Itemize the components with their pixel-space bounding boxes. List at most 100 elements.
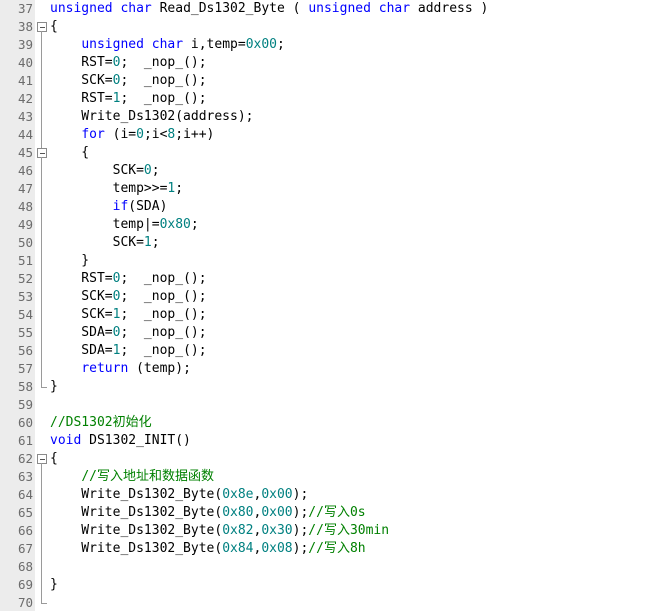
fold-guide — [37, 90, 47, 108]
line-number: 39 — [17, 37, 33, 52]
code-line[interactable]: 62 { — [0, 450, 662, 468]
code-line[interactable]: 57 return (temp); — [0, 360, 662, 378]
code-line[interactable]: 41 SCK=0; _nop_(); — [0, 72, 662, 90]
code-token: RST= — [50, 91, 113, 106]
line-number: 56 — [17, 343, 33, 358]
number-token: 0x8e — [222, 487, 254, 502]
code-line[interactable]: 54 SCK=1; _nop_(); — [0, 306, 662, 324]
line-number: 38 — [17, 19, 33, 34]
number-token: 0x00 — [245, 37, 278, 52]
code-token: ; — [151, 163, 160, 178]
code-text: Write_Ds1302_Byte(0x84,0x08);//写入8h — [50, 540, 365, 558]
code-token: (SDA) — [128, 199, 168, 214]
code-text: RST=0; _nop_(); — [50, 270, 206, 288]
number-token: 0x30 — [261, 523, 293, 538]
code-line[interactable]: 43 Write_Ds1302(address); — [0, 108, 662, 126]
fold-guide — [37, 270, 47, 288]
fold-guide — [37, 540, 47, 558]
code-line[interactable]: 44 for (i=0;i<8;i++) — [0, 126, 662, 144]
code-token: ;i< — [143, 127, 168, 142]
code-text: { — [50, 144, 89, 162]
fold-empty — [37, 396, 47, 414]
keyword-token: if — [112, 199, 129, 214]
fold-collapse-icon[interactable] — [37, 450, 47, 468]
fold-guide — [37, 198, 47, 216]
number-token: 0x00 — [261, 505, 293, 520]
fold-collapse-icon[interactable] — [37, 144, 47, 162]
code-token: SDA= — [50, 343, 113, 358]
number-token: 0 — [143, 163, 152, 178]
code-token: ); — [292, 487, 309, 502]
fold-guide — [37, 576, 47, 594]
number-token: 0x82 — [222, 523, 254, 538]
code-text: void DS1302_INIT() — [50, 432, 191, 450]
code-token: } — [50, 379, 58, 394]
code-line[interactable]: 47 temp>>=1; — [0, 180, 662, 198]
code-token: ); — [292, 523, 309, 538]
code-text: } — [50, 252, 89, 270]
number-token: 0 — [136, 127, 144, 142]
code-text: { — [50, 18, 58, 36]
code-line[interactable]: 40 RST=0; _nop_(); — [0, 54, 662, 72]
fold-guide — [37, 306, 47, 324]
code-line[interactable]: 63 //写入地址和数据函数 — [0, 468, 662, 486]
code-line[interactable]: 61 void DS1302_INIT() — [0, 432, 662, 450]
keyword-token: char — [378, 1, 411, 16]
fold-collapse-icon[interactable] — [37, 18, 47, 36]
fold-guide — [37, 216, 47, 234]
code-line[interactable]: 37 unsigned char Read_Ds1302_Byte ( unsig… — [0, 0, 662, 18]
code-line[interactable]: 56 SDA=1; _nop_(); — [0, 342, 662, 360]
code-line[interactable]: 49 temp|=0x80; — [0, 216, 662, 234]
code-line[interactable]: 42 RST=1; _nop_(); — [0, 90, 662, 108]
comment-token: //写入0s — [308, 505, 366, 520]
line-number: 67 — [17, 541, 33, 556]
code-line[interactable]: 45 { — [0, 144, 662, 162]
code-line[interactable]: 66 Write_Ds1302_Byte(0x82,0x30);//写入30mi… — [0, 522, 662, 540]
code-line[interactable]: 58} — [0, 378, 662, 396]
code-token: ; — [190, 217, 199, 232]
code-line[interactable]: 53 SCK=0; _nop_(); — [0, 288, 662, 306]
code-token: SCK= — [50, 73, 113, 88]
code-text: Write_Ds1302(address); — [50, 108, 253, 126]
code-token: temp|= — [50, 217, 160, 232]
number-token: 0x84 — [222, 541, 254, 556]
code-line[interactable]: 46 SCK=0; — [0, 162, 662, 180]
line-number: 51 — [17, 253, 33, 268]
line-number: 64 — [17, 487, 33, 502]
code-line[interactable]: 69} — [0, 576, 662, 594]
line-number: 54 — [17, 307, 33, 322]
code-line[interactable]: 67 Write_Ds1302_Byte(0x84,0x08);//写入8h — [0, 540, 662, 558]
code-text: { — [50, 450, 58, 468]
code-line[interactable]: 52 RST=0; _nop_(); — [0, 270, 662, 288]
fold-empty — [37, 414, 47, 432]
code-line[interactable]: 39 unsigned char i,temp=0x00; — [0, 36, 662, 54]
code-line[interactable]: 55 SDA=0; _nop_(); — [0, 324, 662, 342]
code-line[interactable]: 60 //DS1302初始化 — [0, 414, 662, 432]
line-number: 45 — [17, 145, 33, 160]
code-line[interactable]: 65 Write_Ds1302_Byte(0x80,0x00);//写入0s — [0, 504, 662, 522]
fold-end-marker — [37, 378, 47, 396]
code-line[interactable]: 68 — [0, 558, 662, 576]
code-token: ; _nop_(); — [120, 325, 207, 340]
code-token: address ) — [410, 1, 489, 16]
code-line[interactable]: 51 } — [0, 252, 662, 270]
code-line[interactable]: 59 — [0, 396, 662, 414]
code-line[interactable]: 50 SCK=1; — [0, 234, 662, 252]
line-number: 41 — [17, 73, 33, 88]
fold-empty — [37, 0, 47, 18]
line-number: 57 — [17, 361, 33, 376]
code-line[interactable]: 64 Write_Ds1302_Byte(0x8e,0x00); — [0, 486, 662, 504]
code-line[interactable]: 48 if(SDA) — [0, 198, 662, 216]
code-token: i,temp= — [183, 37, 246, 52]
code-line[interactable]: 70 — [0, 594, 662, 612]
code-token: ; _nop_(); — [120, 73, 207, 88]
code-token: { — [50, 145, 90, 160]
line-number: 37 — [17, 1, 33, 16]
code-line[interactable]: 38 { — [0, 18, 662, 36]
fold-guide — [37, 234, 47, 252]
fold-guide — [37, 36, 47, 54]
code-token: Write_Ds1302_Byte( — [50, 487, 223, 502]
code-editor[interactable]: 37 unsigned char Read_Ds1302_Byte ( unsig… — [0, 0, 662, 611]
